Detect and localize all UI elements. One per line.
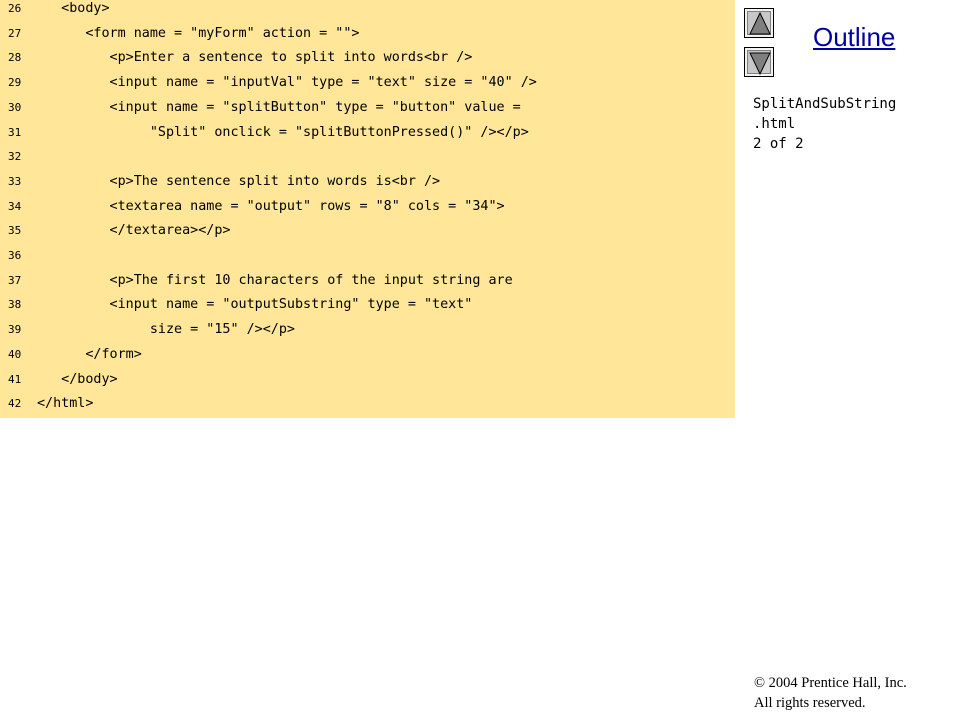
previous-slide-button[interactable] [744, 8, 774, 38]
code-text: <body> [37, 1, 110, 16]
code-listing-panel: 26 <body> 27 <form name = "myForm" action… [0, 0, 735, 418]
line-number: 40 [8, 347, 22, 361]
copyright-notice: © 2004 Prentice Hall, Inc. All rights re… [754, 673, 907, 713]
line-number: 42 [8, 397, 22, 411]
line-number: 39 [8, 323, 22, 337]
page-indicator: 2 of 2 [753, 136, 804, 152]
line-number: 27 [8, 26, 22, 40]
line-number: 35 [8, 224, 22, 238]
code-text: <input name = "inputVal" type = "text" s… [37, 75, 537, 91]
code-text: </form> [37, 346, 142, 362]
copyright-line-2: All rights reserved. [754, 695, 866, 711]
line-number: 30 [8, 100, 22, 114]
copyright-line-1: 2004 Prentice Hall, Inc. [765, 675, 907, 691]
code-text: <p>Enter a sentence to split into words<… [37, 50, 473, 66]
line-number: 36 [8, 249, 22, 262]
code-text: <p>The first 10 characters of the input … [37, 272, 513, 288]
line-number: 28 [8, 51, 22, 65]
line-number: 38 [8, 298, 22, 312]
line-number: 34 [8, 199, 22, 213]
line-number: 26 [8, 2, 22, 15]
next-slide-button[interactable] [744, 47, 774, 77]
line-number: 32 [8, 150, 22, 164]
code-text: </body> [37, 371, 118, 387]
code-text: <textarea name = "output" rows = "8" col… [37, 198, 505, 214]
line-number: 29 [8, 76, 22, 90]
triangle-up-icon [749, 11, 771, 35]
line-number: 33 [8, 174, 22, 188]
code-text: <input name = "outputSubstring" type = "… [37, 297, 473, 313]
code-text: <form name = "myForm" action = ""> [37, 25, 360, 41]
code-text: </textarea></p> [37, 223, 231, 239]
file-name-line-2: .html [753, 116, 796, 132]
line-number: 37 [8, 273, 22, 287]
outline-link[interactable]: Outline [813, 22, 895, 53]
code-text: <input name = "splitButton" type = "butt… [37, 99, 521, 115]
code-text: size = "15" /></p> [37, 322, 295, 338]
line-number: 31 [8, 125, 22, 139]
file-name-line-1: SplitAndSubString [753, 96, 897, 112]
code-text: </html> [37, 396, 94, 412]
copyright-symbol: © [754, 675, 766, 691]
line-number: 41 [8, 372, 22, 386]
code-text: "Split" onclick = "splitButtonPressed()"… [37, 124, 529, 140]
file-name-label: SplitAndSubString .html 2 of 2 [753, 94, 896, 154]
triangle-down-icon [749, 52, 771, 76]
code-text: <p>The sentence split into words is<br /… [37, 173, 441, 189]
